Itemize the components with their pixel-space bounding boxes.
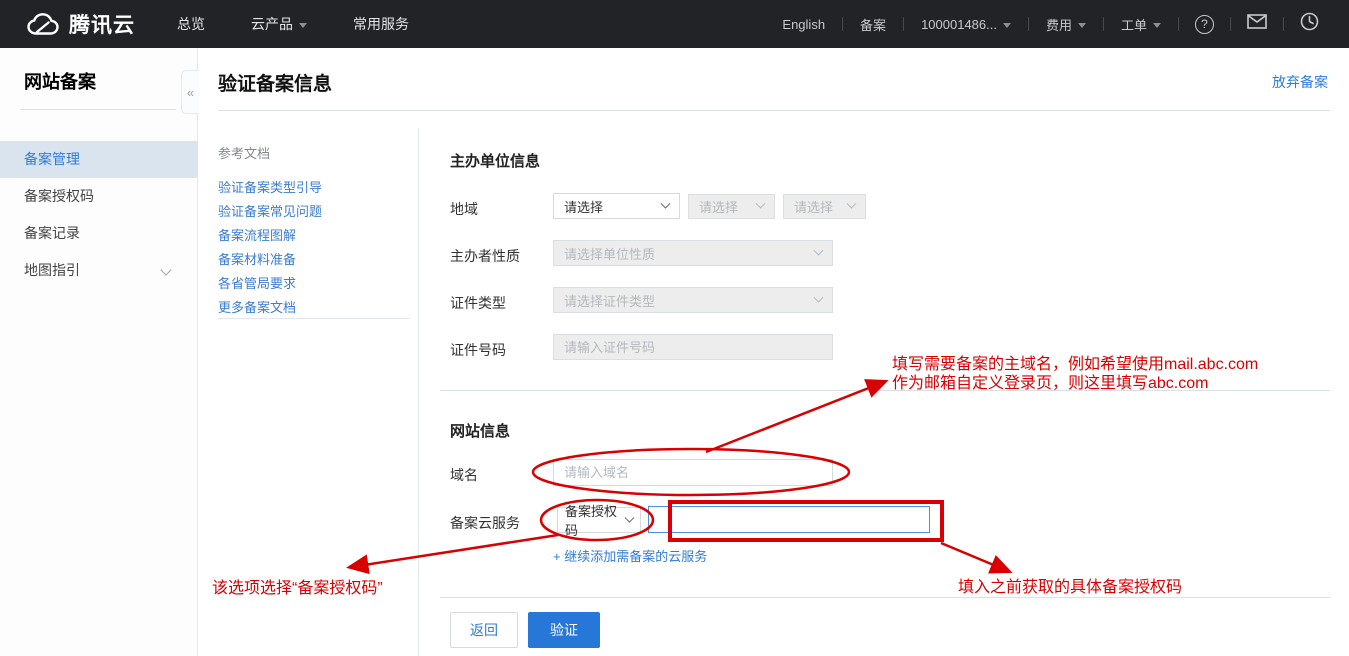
divider — [418, 128, 419, 656]
domain-input[interactable] — [553, 459, 833, 486]
section-website-info: 网站信息 — [450, 420, 510, 441]
nav-overview[interactable]: 总览 — [177, 14, 205, 34]
dropdown-caret-icon — [1003, 23, 1011, 28]
chevron-down-icon — [847, 199, 857, 209]
chevron-down-icon — [160, 264, 171, 275]
domain-label: 域名 — [450, 465, 478, 485]
sidebar-item-map-guide[interactable]: 地图指引 — [0, 252, 198, 289]
fee-menu[interactable]: 费用 — [1029, 15, 1103, 34]
sidebar-item-beian-auth-code[interactable]: 备案授权码 — [0, 178, 198, 215]
sidebar-collapse-button[interactable]: « — [181, 70, 199, 114]
chevron-down-icon — [756, 199, 766, 209]
cloud-service-label: 备案云服务 — [450, 513, 520, 533]
help-button[interactable]: ? — [1179, 15, 1230, 34]
cloud-service-type-select[interactable]: 备案授权码 — [557, 507, 641, 533]
section-organizer-info: 主办单位信息 — [450, 150, 540, 171]
divider — [218, 110, 1330, 111]
verify-button[interactable]: 验证 — [528, 612, 600, 648]
organizer-nature-label: 主办者性质 — [450, 246, 520, 266]
doc-link-type-guide[interactable]: 验证备案类型引导 — [218, 177, 322, 196]
dropdown-caret-icon — [1078, 23, 1086, 28]
sidebar: 网站备案 备案管理 备案授权码 备案记录 地图指引 — [0, 48, 198, 656]
chevron-down-icon — [814, 245, 824, 255]
mail-icon — [1247, 14, 1267, 34]
doc-link-provincial[interactable]: 各省管局要求 — [218, 273, 296, 292]
abandon-beian-link[interactable]: 放弃备案 — [1272, 72, 1328, 92]
doc-link-faq[interactable]: 验证备案常见问题 — [218, 201, 322, 220]
region-select-province[interactable]: 请选择 — [553, 193, 680, 219]
annotation-note-service-select: 该选项选择“备案授权码” — [212, 579, 383, 598]
annotation-arrow-service-select — [351, 535, 558, 567]
cert-type-select: 请选择证件类型 — [553, 287, 833, 313]
topbar-right: English 备案 100001486... 费用 工单 ? — [765, 12, 1335, 36]
clock-icon — [1300, 12, 1319, 36]
annotation-note-domain: 填写需要备案的主域名，例如希望使用mail.abc.com 作为邮箱自定义登录页… — [892, 355, 1258, 393]
sidebar-item-beian-records[interactable]: 备案记录 — [0, 215, 198, 252]
region-label: 地域 — [450, 199, 478, 219]
history-button[interactable] — [1284, 12, 1335, 36]
divider — [20, 109, 176, 110]
message-button[interactable] — [1231, 14, 1283, 34]
annotation-note-auth-code: 填入之前获取的具体备案授权码 — [958, 578, 1182, 597]
topbar: 腾讯云 总览 云产品 常用服务 English 备案 100001486... … — [0, 0, 1349, 48]
region-select-city: 请选择 — [688, 194, 775, 219]
divider — [440, 390, 1330, 391]
brand-name: 腾讯云 — [69, 9, 135, 39]
annotation-arrow-domain — [706, 382, 884, 452]
topnav: 总览 云产品 常用服务 — [177, 14, 455, 34]
nav-cloud-products[interactable]: 云产品 — [251, 14, 307, 34]
sidebar-item-beian-management[interactable]: 备案管理 — [0, 141, 198, 178]
annotation-arrow-auth-code — [941, 543, 1008, 571]
add-cloud-service-link[interactable]: + 继续添加需备案的云服务 — [553, 546, 707, 565]
back-button[interactable]: 返回 — [450, 612, 518, 648]
cert-type-label: 证件类型 — [450, 293, 506, 313]
doc-link-process[interactable]: 备案流程图解 — [218, 225, 296, 244]
reference-docs-title: 参考文档 — [218, 143, 270, 162]
divider — [440, 597, 1330, 598]
ticket-menu[interactable]: 工单 — [1104, 15, 1178, 34]
cert-number-label: 证件号码 — [450, 340, 506, 360]
chevron-down-icon — [661, 198, 671, 208]
auth-code-input[interactable] — [648, 506, 930, 533]
cert-number-input — [553, 334, 833, 360]
organizer-nature-select: 请选择单位性质 — [553, 240, 833, 266]
page: 腾讯云 总览 云产品 常用服务 English 备案 100001486... … — [0, 0, 1349, 656]
sidebar-title: 网站备案 — [24, 68, 96, 94]
doc-link-materials[interactable]: 备案材料准备 — [218, 249, 296, 268]
help-icon: ? — [1195, 15, 1214, 34]
chevron-down-icon — [814, 292, 824, 302]
sidebar-menu: 备案管理 备案授权码 备案记录 地图指引 — [0, 141, 198, 289]
dropdown-caret-icon — [299, 23, 307, 28]
tencent-cloud-logo[interactable]: 腾讯云 — [26, 9, 135, 39]
language-switch[interactable]: English — [765, 17, 842, 32]
region-select-district: 请选择 — [783, 194, 866, 219]
cloud-logo-icon — [26, 12, 60, 37]
nav-common-services[interactable]: 常用服务 — [353, 14, 409, 34]
account-menu[interactable]: 100001486... — [904, 17, 1028, 32]
nav-beian[interactable]: 备案 — [843, 15, 903, 34]
dropdown-caret-icon — [1153, 23, 1161, 28]
doc-link-more[interactable]: 更多备案文档 — [218, 297, 296, 316]
divider — [218, 318, 410, 319]
page-title: 验证备案信息 — [218, 69, 332, 96]
